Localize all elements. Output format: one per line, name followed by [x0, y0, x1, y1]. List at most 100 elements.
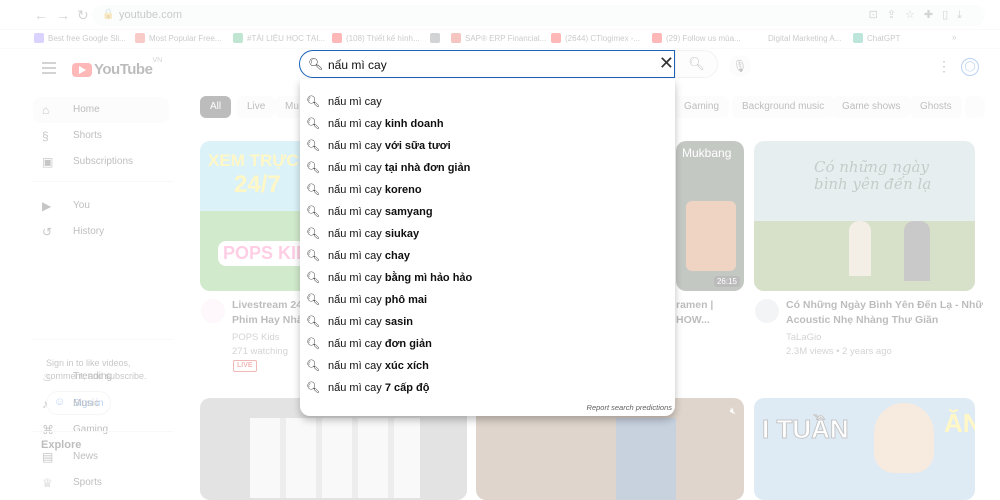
video-title[interactable]: ramen | HOW... [676, 298, 713, 328]
suggestion-completion: siukay [384, 228, 420, 240]
bookmark-favicon-icon [135, 33, 145, 43]
clear-search-icon[interactable]: ✕ [659, 53, 674, 74]
channel-avatar[interactable] [201, 299, 225, 323]
search-input[interactable]: 🔍︎ nấu mì cay ✕ [299, 50, 675, 78]
channel-name[interactable]: TaLaGio [786, 332, 821, 343]
sidebar-divider [33, 431, 173, 432]
suggestion-text: nấu mì cay chay [328, 250, 410, 262]
video-title[interactable]: Livestream 24 Phim Hay Nhấ [232, 298, 303, 328]
suggestion-text: nấu mì cay sasin [328, 316, 413, 328]
reload-icon[interactable]: ↻ [77, 7, 89, 23]
sidebar-item-music[interactable]: ♪ Music [33, 391, 169, 417]
suggestion-item[interactable]: 🔍︎ nấu mì cay sasin [300, 311, 675, 333]
channel-avatar[interactable] [755, 299, 779, 323]
sidebar-item-home[interactable]: ⌂ Home [33, 97, 169, 123]
sidebar-item-gaming[interactable]: ⌘ Gaming [33, 417, 169, 443]
suggestion-item[interactable]: 🔍︎ nấu mì cay phô mai [300, 289, 675, 311]
video-thumbnail-6[interactable]: I TUẦN ĂN [754, 398, 975, 500]
suggestion-prefix: nấu mì cay [328, 272, 382, 284]
sidebar-item-subscriptions[interactable]: ▣ Subscriptions [33, 149, 169, 175]
thumb-text: Mukbang [682, 146, 732, 160]
bookmark-item[interactable]: ChatGPT [853, 33, 900, 43]
search-icon: 🔍︎ [306, 206, 320, 218]
sidebar-item-trending[interactable]: ♨ Trending [33, 364, 169, 390]
site-info-icon[interactable]: 🔒 [102, 9, 114, 20]
sidebar-item-label: History [73, 226, 105, 237]
bookmark-item[interactable]: (108) Thiết kế hình... [332, 33, 420, 43]
search-icon: 🔍︎ [306, 316, 320, 328]
suggestion-prefix: nấu mì cay [328, 162, 382, 174]
suggestion-item[interactable]: 🔍︎ nấu mì cay đơn giản [300, 333, 675, 355]
suggestion-item[interactable]: 🔍︎ nấu mì cay kinh doanh [300, 113, 675, 135]
address-bar[interactable]: 🔒 youtube.com ⊡⇪☆✚▯⤓ [92, 5, 985, 26]
bookmark-item[interactable] [430, 33, 444, 43]
bookmark-item[interactable]: #TÀI LIỆU HỌC TẠI... [233, 33, 325, 43]
suggestion-completion: chay [384, 250, 410, 262]
bookmark-item[interactable]: Best free Google Sli... [34, 33, 126, 43]
suggestion-prefix: nấu mì cay [328, 96, 382, 108]
suggestion-item[interactable]: 🔍︎ nấu mì cay samyang [300, 201, 675, 223]
search-icon: 🔍︎ [306, 272, 320, 284]
account-icon[interactable]: ◯ [961, 58, 979, 76]
video-title-line: ramen | [676, 299, 714, 311]
bookmark-favicon-icon [551, 33, 561, 43]
address-bar-actions[interactable]: ⊡⇪☆✚▯⤓ [869, 8, 971, 22]
suggestion-item[interactable]: 🔍︎ nấu mì cay xúc xích [300, 355, 675, 377]
news-icon: ▤ [42, 450, 54, 464]
bookmarks-overflow-button[interactable]: » [952, 33, 956, 42]
search-button[interactable]: 🔍︎ [675, 50, 718, 78]
thumb-food [686, 201, 736, 271]
suggestion-item[interactable]: 🔍︎ nấu mì cay với sữa tươi [300, 135, 675, 157]
shorts-icon: § [42, 129, 49, 143]
chip-ghosts[interactable]: Ghosts [910, 96, 962, 118]
suggestion-item[interactable]: 🔍︎ nấu mì cay chay [300, 245, 675, 267]
search-icon: 🔍︎ [306, 118, 320, 130]
suggestion-item[interactable]: 🔍︎ nấu mì cay [300, 91, 675, 113]
suggestion-text: nấu mì cay samyang [328, 206, 433, 218]
chip-more[interactable] [965, 96, 985, 118]
sidebar-item-history[interactable]: ↺ History [33, 219, 169, 245]
bookmark-item[interactable]: Digital Marketing A... [768, 33, 841, 43]
bookmark-item[interactable]: SAP® ERP Financial... [451, 33, 546, 43]
sidebar-item-news[interactable]: ▤ News [33, 444, 169, 470]
mute-icon[interactable]: 🔇︎ [730, 406, 736, 417]
suggestion-item[interactable]: 🔍︎ nấu mì cay siukay [300, 223, 675, 245]
bookmark-item[interactable]: (29) Follow us mùa... [652, 33, 741, 43]
bookmark-label: Best free Google Sli... [48, 34, 126, 43]
search-icon: 🔍︎ [306, 228, 320, 240]
suggestion-completion: tại nhà đơn giản [384, 162, 471, 174]
more-options-icon[interactable]: ⋮ [937, 59, 951, 73]
suggestion-prefix: nấu mì cay [328, 228, 382, 240]
menu-icon[interactable] [42, 62, 56, 74]
chip-background-music[interactable]: Background music [732, 96, 835, 118]
bookmark-favicon-icon [233, 33, 243, 43]
channel-name[interactable]: POPS Kids [232, 332, 280, 343]
suggestion-completion: đơn giản [384, 338, 432, 350]
back-icon[interactable]: ← [34, 7, 48, 23]
suggestion-prefix: nấu mì cay [328, 206, 382, 218]
suggestion-text: nấu mì cay đơn giản [328, 338, 432, 350]
video-title-line: HOW... [676, 314, 710, 326]
bookmark-item[interactable]: (2644) CTlogimex -... [551, 33, 640, 43]
suggestion-item[interactable]: 🔍︎ nấu mì cay tại nhà đơn giản [300, 157, 675, 179]
chip-gaming[interactable]: Gaming [674, 96, 730, 118]
report-predictions-link[interactable]: Report search predictions [587, 403, 672, 412]
sidebar-item-shorts[interactable]: § Shorts [33, 123, 169, 149]
sidebar-item-sports[interactable]: ♕ Sports [33, 470, 169, 496]
voice-search-button[interactable]: 🎙︎ [729, 55, 751, 77]
video-title[interactable]: Có Những Ngày Bình Yên Đến Lạ - Nhữ Acous… [786, 298, 986, 328]
chip-game-shows[interactable]: Game shows [832, 96, 911, 118]
suggestion-item[interactable]: 🔍︎ nấu mì cay bằng mì hảo hảo [300, 267, 675, 289]
bookmark-item[interactable]: Most Popular Free... [135, 33, 221, 43]
forward-icon[interactable]: → [56, 7, 70, 23]
video-thumbnail-2[interactable]: Mukbang 26:15 [676, 141, 744, 291]
chip-live[interactable]: Live [237, 96, 276, 118]
search-icon: 🔍︎ [306, 338, 320, 350]
suggestion-item[interactable]: 🔍︎ nấu mì cay 7 cấp độ [300, 377, 675, 399]
suggestion-text: nấu mì cay koreno [328, 184, 422, 196]
video-thumbnail-3[interactable]: Có những ngày bình yên đến lạ [754, 141, 975, 291]
suggestion-item[interactable]: 🔍︎ nấu mì cay koreno [300, 179, 675, 201]
sidebar-item-you[interactable]: ▶ You [33, 193, 169, 219]
youtube-logo[interactable]: YouTubeVN [72, 57, 162, 78]
chip-all[interactable]: All [200, 96, 232, 118]
